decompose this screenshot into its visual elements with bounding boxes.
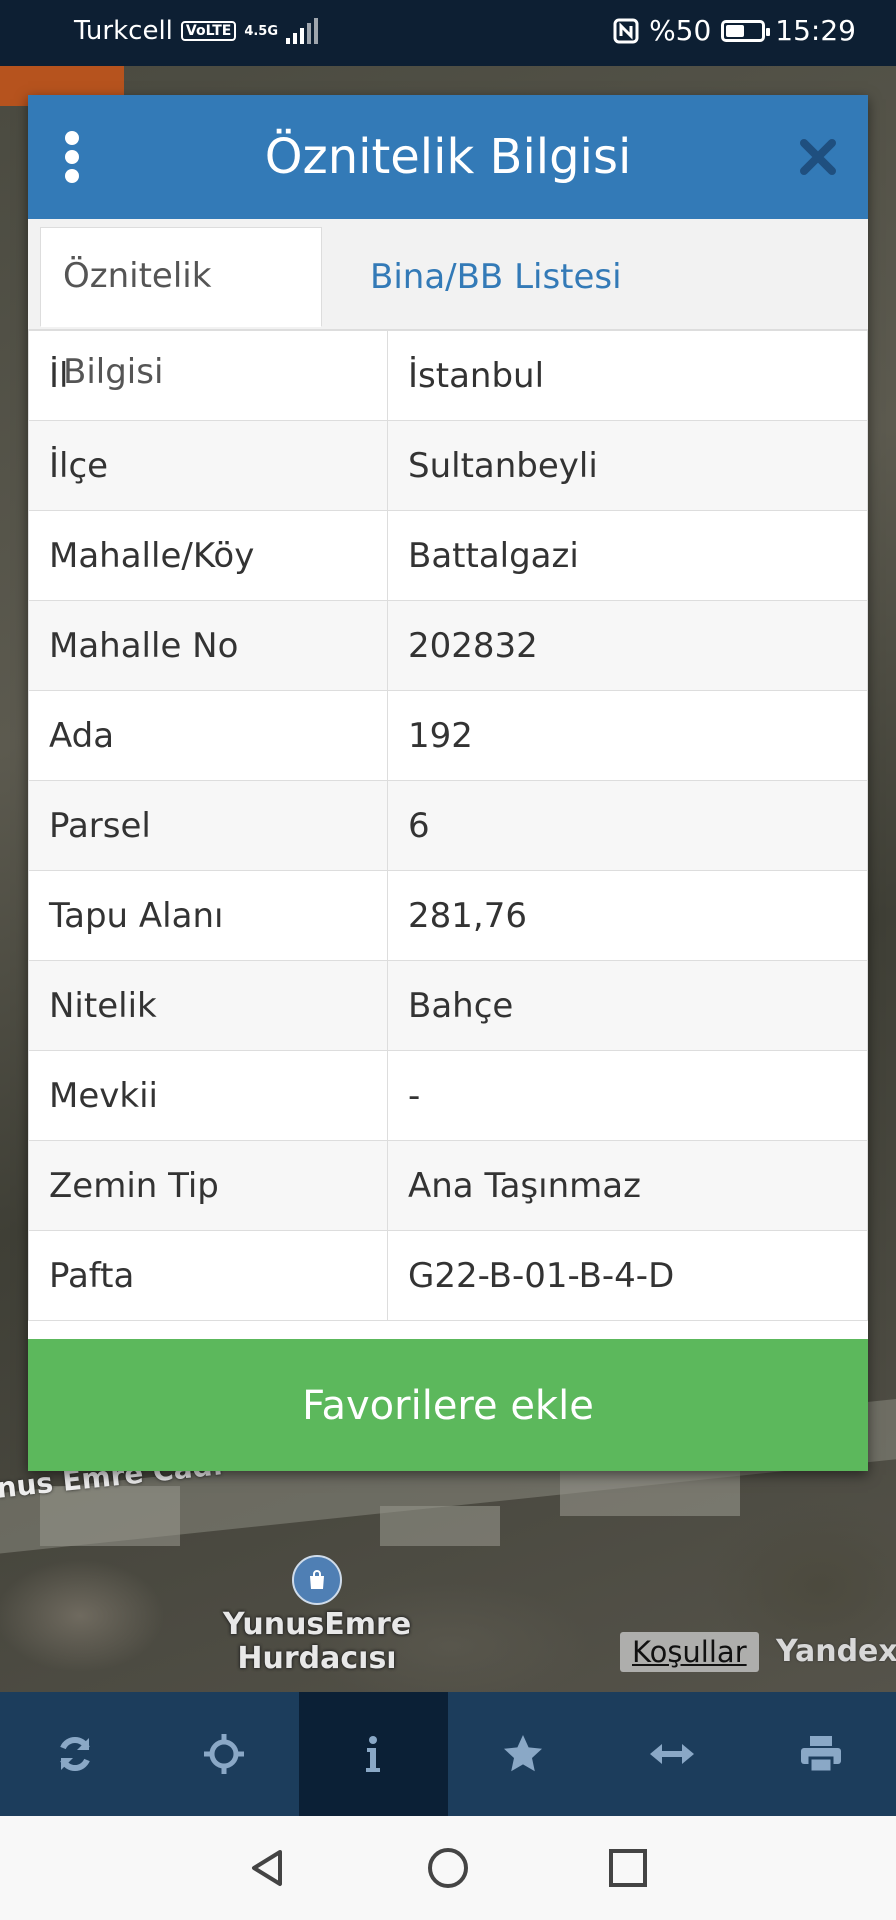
tab-oznitelik-bilgisi[interactable]: Öznitelik Bilgisi: [40, 227, 322, 392]
home-icon: [428, 1848, 468, 1888]
map-provider-logo: Yandex: [776, 1634, 896, 1669]
attribute-key: Tapu Alanı: [28, 870, 388, 961]
map-building: [380, 1506, 500, 1546]
table-row: İlçe Sultanbeyli: [28, 420, 868, 511]
battery-icon: [721, 19, 771, 42]
attribute-value: Bahçe: [387, 960, 868, 1051]
system-nav-bar: [0, 1816, 896, 1920]
dialog-title: Öznitelik Bilgisi: [264, 129, 632, 185]
attribute-value: Ana Taşınmaz: [387, 1140, 868, 1231]
table-row: Zemin Tip Ana Taşınmaz: [28, 1140, 868, 1231]
table-row: Pafta G22-B-01-B-4-D: [28, 1230, 868, 1321]
carrier-name: Turkcell: [74, 16, 173, 46]
bottom-toolbar: [0, 1692, 896, 1816]
map-poi-label[interactable]: YunusEmre Hurdacısı: [222, 1608, 412, 1676]
attribute-value: 202832: [387, 600, 868, 691]
nfc-icon: [613, 18, 639, 43]
attribute-key: Zemin Tip: [28, 1140, 388, 1231]
attribute-value: Battalgazi: [387, 510, 868, 601]
attribute-table: İl İstanbul İlçe Sultanbeyli Mahalle/Köy Batt…: [28, 330, 868, 1321]
attribute-key: İlçe: [28, 420, 388, 511]
shopping-bag-icon[interactable]: [292, 1555, 342, 1605]
attribute-value: -: [387, 1050, 868, 1141]
attribute-key: Ada: [28, 690, 388, 781]
refresh-icon: [59, 1737, 90, 1771]
home-button[interactable]: [418, 1838, 478, 1898]
clock: 15:29: [775, 14, 856, 47]
attribute-key: Pafta: [28, 1230, 388, 1321]
attribute-value: 6: [387, 780, 868, 871]
close-icon[interactable]: [796, 135, 840, 179]
attribute-key: Mevkii: [28, 1050, 388, 1141]
print-button[interactable]: [747, 1692, 896, 1816]
dialog-header: Öznitelik Bilgisi: [28, 95, 868, 219]
attribute-value: G22-B-01-B-4-D: [387, 1230, 868, 1321]
refresh-button[interactable]: [0, 1692, 149, 1816]
locate-button[interactable]: [149, 1692, 298, 1816]
locate-icon: [203, 1734, 244, 1774]
battery-percent: %50: [649, 14, 712, 47]
attribute-key: Nitelik: [28, 960, 388, 1051]
table-row: Mahalle/Köy Battalgazi: [28, 510, 868, 601]
print-icon: [801, 1736, 842, 1774]
attribute-key: Parsel: [28, 780, 388, 871]
attribute-value: 192: [387, 690, 868, 781]
network-type: 4.5G: [244, 23, 279, 39]
poi-label-line2: Hurdacısı: [237, 1641, 397, 1676]
attribute-value: İstanbul: [387, 330, 868, 421]
terms-link[interactable]: Koşullar: [620, 1632, 759, 1672]
favorites-button[interactable]: [448, 1692, 597, 1816]
attribute-key: Mahalle/Köy: [28, 510, 388, 601]
info-button[interactable]: [298, 1692, 448, 1816]
star-icon: [503, 1735, 542, 1772]
attribute-value: 281,76: [387, 870, 868, 961]
table-row: Ada 192: [28, 690, 868, 781]
back-button[interactable]: [238, 1838, 298, 1898]
recents-icon: [609, 1849, 647, 1887]
table-row: Parsel 6: [28, 780, 868, 871]
signal-icon: [286, 18, 319, 44]
volte-badge: VoLTE: [180, 21, 237, 41]
tab-bina-bb-listesi[interactable]: Bina/BB Listesi: [348, 229, 644, 329]
attribute-value: Sultanbeyli: [387, 420, 868, 511]
attribute-dialog: Öznitelik Bilgisi Bina/BB Listesi Öznite…: [28, 95, 868, 1471]
info-icon: [366, 1736, 381, 1772]
table-row: Tapu Alanı 281,76: [28, 870, 868, 961]
measure-icon: [649, 1744, 694, 1764]
add-favorite-button[interactable]: Favorilere ekle: [28, 1339, 868, 1471]
table-row: Nitelik Bahçe: [28, 960, 868, 1051]
table-row: Mahalle No 202832: [28, 600, 868, 691]
status-bar: Turkcell VoLTE 4.5G %50 15:29: [0, 0, 896, 66]
table-row: Mevkii -: [28, 1050, 868, 1141]
back-icon: [252, 1850, 282, 1886]
measure-button[interactable]: [597, 1692, 746, 1816]
attribute-key: Mahalle No: [28, 600, 388, 691]
poi-label-line1: YunusEmre: [222, 1607, 412, 1642]
recents-button[interactable]: [598, 1838, 658, 1898]
